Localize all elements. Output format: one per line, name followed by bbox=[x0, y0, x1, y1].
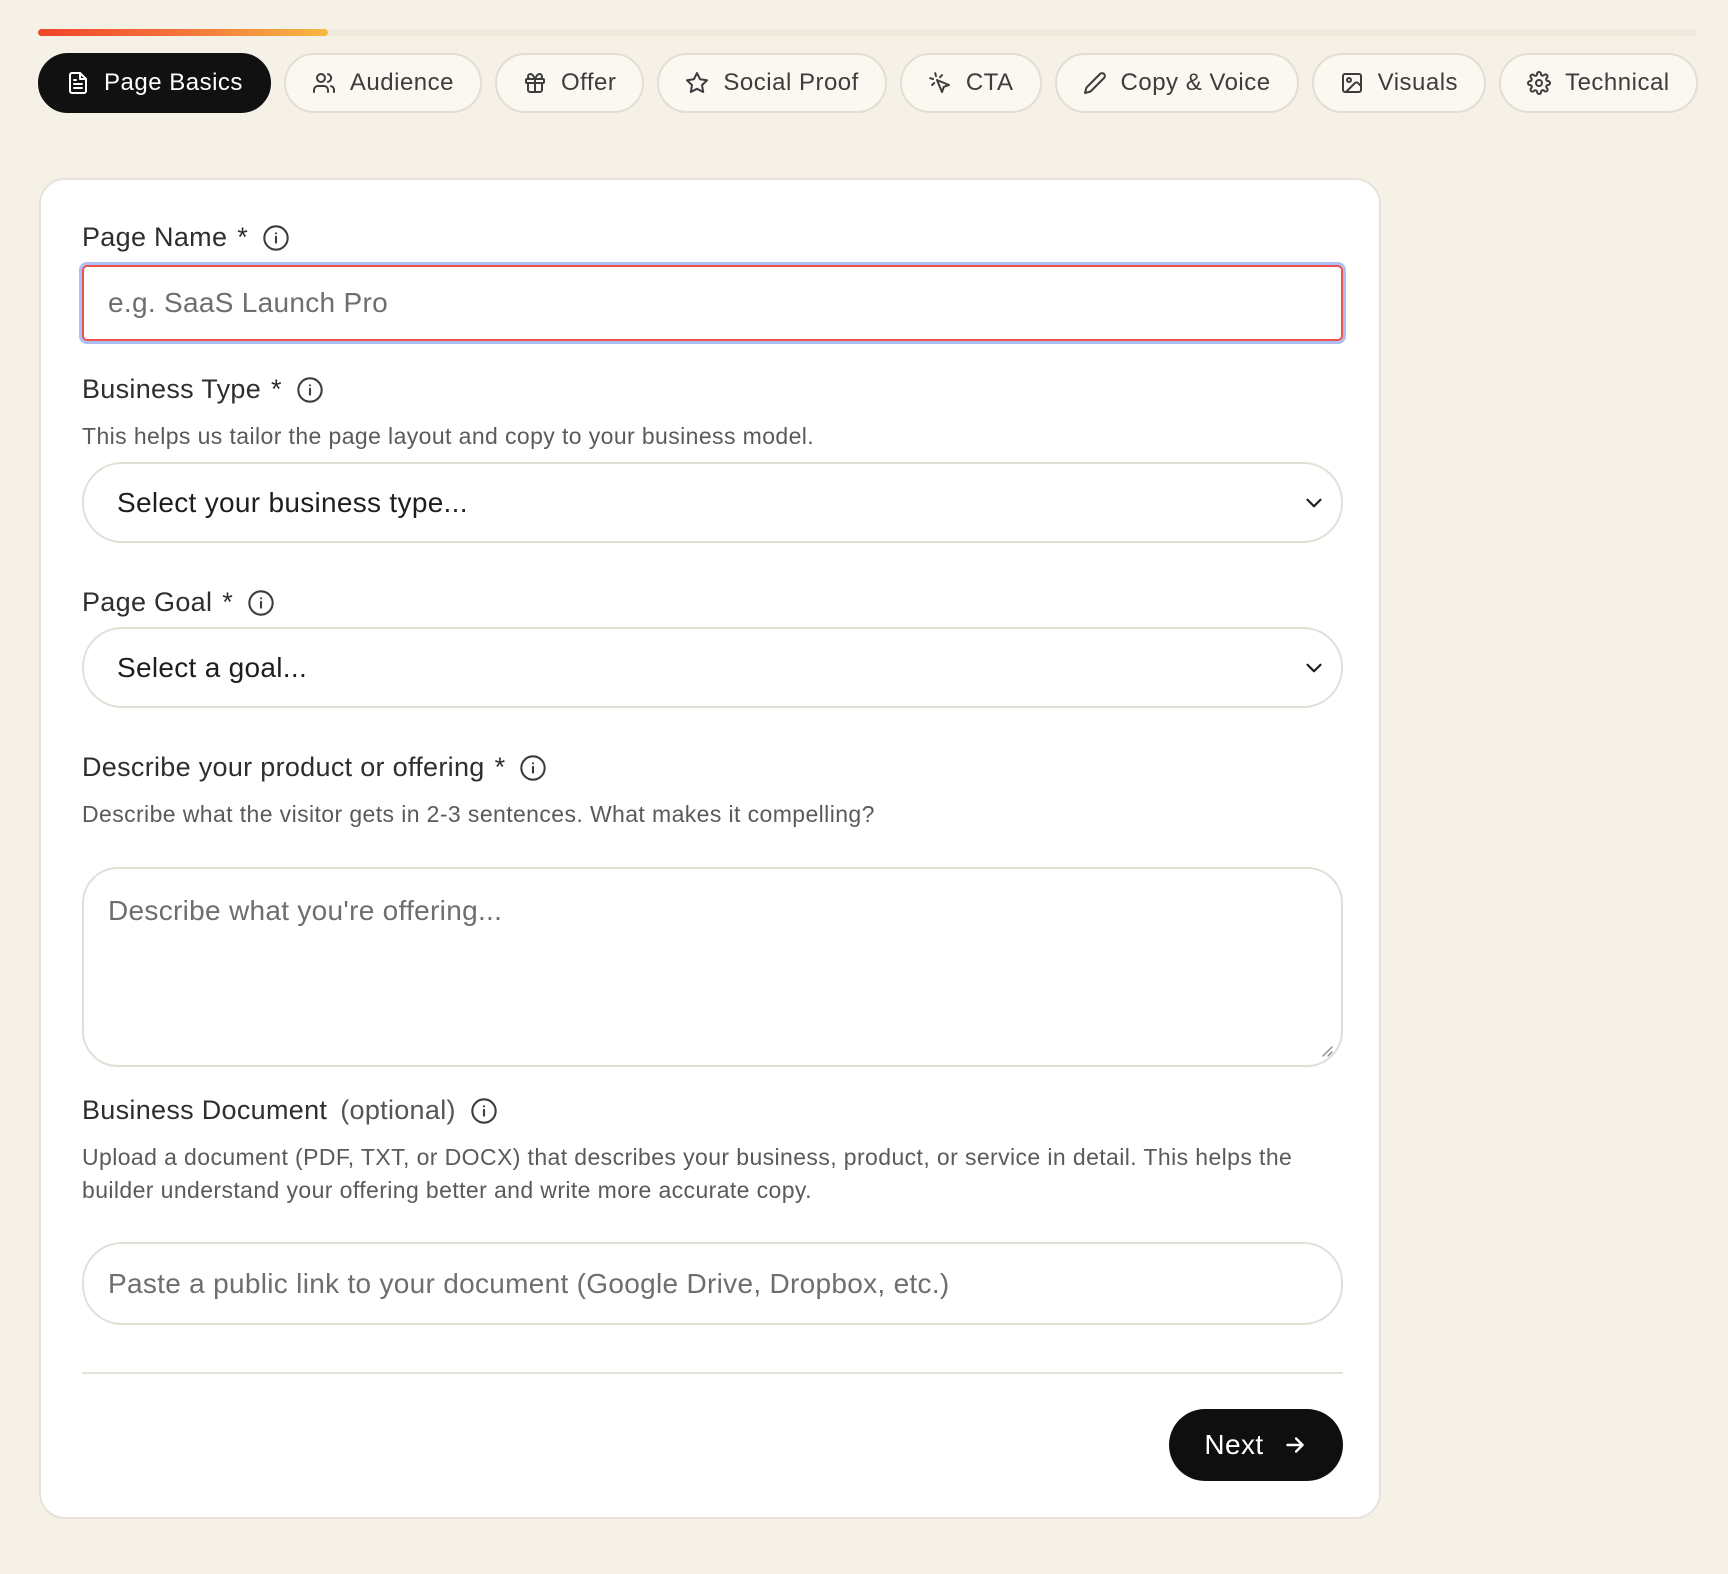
business-type-helper: This helps us tailor the page layout and… bbox=[82, 423, 815, 449]
required-marker: * bbox=[271, 374, 282, 404]
divider bbox=[82, 1372, 1343, 1374]
tab-visuals[interactable]: Visuals bbox=[1311, 53, 1487, 113]
description-helper: Describe what the visitor gets in 2-3 se… bbox=[82, 801, 875, 827]
description-label: Describe your product or offering * bbox=[82, 752, 547, 783]
business-document-helper: Upload a document (PDF, TXT, or DOCX) th… bbox=[82, 1144, 1293, 1203]
optional-marker: (optional) bbox=[340, 1095, 456, 1125]
info-icon[interactable] bbox=[262, 224, 290, 252]
document-icon bbox=[69, 72, 87, 94]
required-marker: * bbox=[222, 587, 234, 617]
document-link-placeholder: Paste a public link to your document (Go… bbox=[108, 1267, 950, 1299]
progress-bar-fill bbox=[38, 29, 329, 36]
business-type-select[interactable]: Select your business type... bbox=[82, 462, 1343, 543]
tab-label: Offer bbox=[560, 69, 617, 96]
image-icon bbox=[1341, 73, 1362, 93]
tab-label: Technical bbox=[1565, 69, 1670, 96]
gear-icon bbox=[1527, 71, 1552, 95]
tab-cta[interactable]: CTA bbox=[899, 53, 1042, 113]
page-goal-select[interactable]: Select a goal... bbox=[82, 627, 1343, 708]
step-tabs: Page Basics Audience Offer Social Proof … bbox=[38, 53, 1698, 113]
page-name-label: Page Name * bbox=[82, 222, 290, 253]
required-marker: * bbox=[494, 752, 506, 782]
tab-label: Audience bbox=[349, 69, 454, 96]
tab-page-basics[interactable]: Page Basics bbox=[38, 53, 271, 113]
business-type-selected: Select your business type... bbox=[117, 486, 468, 518]
label-text: Page Goal bbox=[82, 587, 213, 617]
chevron-down-icon bbox=[1306, 498, 1322, 507]
tab-technical[interactable]: Technical bbox=[1499, 53, 1698, 113]
tab-label: CTA bbox=[965, 69, 1014, 96]
star-icon bbox=[686, 72, 709, 93]
cursor-click-icon bbox=[929, 72, 950, 93]
tab-audience[interactable]: Audience bbox=[283, 53, 482, 113]
page-goal-selected: Select a goal... bbox=[117, 651, 308, 683]
description-textarea[interactable]: Describe what you're offering... bbox=[82, 867, 1343, 1067]
label-text: Business Document bbox=[82, 1095, 328, 1125]
info-icon[interactable] bbox=[247, 589, 275, 617]
tab-copy-voice[interactable]: Copy & Voice bbox=[1054, 53, 1299, 113]
tab-label: Copy & Voice bbox=[1120, 69, 1271, 96]
page-name-placeholder: e.g. SaaS Launch Pro bbox=[108, 287, 388, 318]
tab-label: Visuals bbox=[1377, 69, 1459, 96]
business-document-label: Business Document (optional) bbox=[82, 1095, 498, 1126]
resize-handle-icon[interactable] bbox=[1317, 1041, 1333, 1057]
page-name-input[interactable]: e.g. SaaS Launch Pro bbox=[82, 265, 1343, 341]
page-goal-label: Page Goal * bbox=[82, 587, 275, 618]
tab-offer[interactable]: Offer bbox=[494, 53, 645, 113]
info-icon[interactable] bbox=[519, 754, 547, 782]
info-icon[interactable] bbox=[296, 376, 324, 404]
label-text: Page Name bbox=[82, 222, 228, 252]
label-text: Business Type bbox=[82, 374, 262, 404]
arrow-right-icon bbox=[1285, 1437, 1304, 1453]
next-button-label: Next bbox=[1204, 1429, 1264, 1460]
description-placeholder: Describe what you're offering... bbox=[108, 895, 503, 926]
document-link-input[interactable]: Paste a public link to your document (Go… bbox=[82, 1242, 1343, 1325]
info-icon[interactable] bbox=[470, 1097, 498, 1125]
tab-label: Page Basics bbox=[104, 69, 243, 96]
pencil-icon bbox=[1083, 72, 1106, 94]
business-type-label: Business Type * bbox=[82, 374, 324, 405]
progress-bar bbox=[38, 29, 1696, 36]
tab-social-proof[interactable]: Social Proof bbox=[657, 53, 887, 113]
label-text: Describe your product or offering bbox=[82, 752, 485, 782]
tab-label: Social Proof bbox=[723, 69, 859, 96]
required-marker: * bbox=[237, 222, 249, 252]
users-icon bbox=[312, 73, 335, 93]
chevron-down-icon bbox=[1306, 663, 1322, 672]
gift-icon bbox=[524, 73, 545, 93]
form-card: Page Name * e.g. SaaS Launch Pro Busines… bbox=[39, 178, 1381, 1519]
next-button[interactable]: Next bbox=[1169, 1409, 1343, 1481]
